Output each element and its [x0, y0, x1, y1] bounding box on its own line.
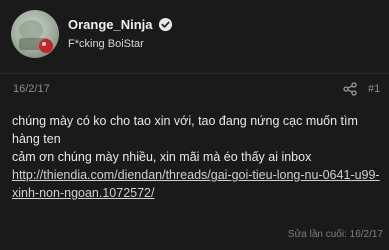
post-date[interactable]: 16/2/17 — [13, 83, 50, 95]
user-title: F*cking BoiStar — [68, 38, 144, 50]
avatar[interactable] — [11, 10, 59, 58]
username-link[interactable]: Orange_Ninja — [68, 17, 153, 32]
last-edited: Sửa lần cuối: 16/2/17 — [287, 229, 383, 240]
divider — [0, 73, 389, 74]
post-line: cảm ơn chúng mày nhiều, xin mãi mà éo th… — [12, 150, 312, 164]
check-badge-icon — [158, 17, 173, 32]
post-header: Orange_Ninja F*cking BoiStar — [0, 0, 389, 73]
post-line: chúng mày có ko cho tao xin với, tao đan… — [12, 114, 358, 146]
thread-link[interactable]: http://thiendia.com/diendan/threads/gai-… — [12, 168, 380, 200]
post-body: chúng mày có ko cho tao xin với, tao đan… — [12, 112, 384, 202]
post-number-link[interactable]: #1 — [368, 83, 380, 95]
username-row: Orange_Ninja — [68, 15, 173, 33]
share-icon[interactable] — [343, 82, 357, 96]
